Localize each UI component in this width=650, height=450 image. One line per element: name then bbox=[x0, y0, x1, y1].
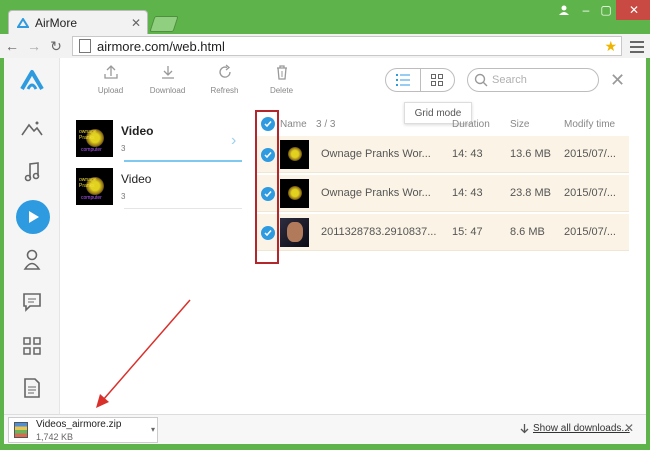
video-thumbnail bbox=[280, 139, 309, 169]
download-file-size: 1,742 KB bbox=[36, 431, 74, 442]
file-duration: 14: 43 bbox=[452, 187, 483, 199]
video-thumbnail: ownage Pranks computer bbox=[76, 167, 113, 205]
file-size: 23.8 MB bbox=[510, 187, 551, 199]
reload-icon[interactable]: ↻ bbox=[46, 36, 66, 56]
table-row[interactable]: Ownage Pranks Wor... 14: 43 23.8 MB 2015… bbox=[256, 175, 629, 212]
maximize-button[interactable]: ▢ bbox=[596, 0, 616, 20]
file-duration: 15: 47 bbox=[452, 226, 483, 238]
forward-icon[interactable]: → bbox=[24, 36, 44, 56]
divider bbox=[124, 208, 242, 209]
videos-icon[interactable] bbox=[16, 200, 50, 234]
category-name: Video bbox=[121, 171, 152, 186]
category-item-video-2[interactable]: ownage Pranks computer Video 3 bbox=[76, 162, 246, 210]
music-icon[interactable] bbox=[18, 158, 46, 186]
documents-icon[interactable] bbox=[18, 374, 46, 402]
list-view-icon bbox=[395, 74, 410, 86]
download-button[interactable]: Download bbox=[139, 64, 196, 95]
tab-close-icon[interactable]: ✕ bbox=[129, 16, 143, 30]
apps-icon[interactable] bbox=[18, 332, 46, 360]
category-name: Video bbox=[121, 123, 154, 138]
file-size: 13.6 MB bbox=[510, 148, 551, 160]
close-window-button[interactable]: ✕ bbox=[616, 0, 650, 20]
zip-file-icon bbox=[14, 422, 28, 438]
column-size[interactable]: Size bbox=[510, 119, 529, 130]
file-size: 8.6 MB bbox=[510, 226, 545, 238]
file-name: Ownage Pranks Wor... bbox=[321, 187, 431, 199]
file-date: 2015/07/... bbox=[564, 148, 616, 160]
table-row[interactable]: Ownage Pranks Wor... 14: 43 13.6 MB 2015… bbox=[256, 136, 629, 173]
page-icon bbox=[79, 39, 91, 53]
download-item[interactable]: Videos_airmore.zip 1,742 KB ▾ bbox=[8, 417, 158, 443]
table-header: Name 3 / 3 Duration Size Modify time bbox=[256, 114, 629, 134]
column-name[interactable]: Name bbox=[280, 119, 307, 130]
checkbox-highlight-box bbox=[255, 110, 279, 264]
upload-icon bbox=[103, 65, 118, 79]
close-icon[interactable]: ✕ bbox=[610, 70, 625, 91]
title-bar: AirMore ✕ – ▢ ✕ bbox=[0, 0, 650, 34]
search-box bbox=[467, 68, 599, 92]
search-input[interactable] bbox=[492, 74, 592, 86]
profile-icon[interactable] bbox=[552, 0, 576, 20]
refresh-label: Refresh bbox=[210, 86, 239, 95]
file-name: Ownage Pranks Wor... bbox=[321, 148, 431, 160]
video-thumbnail bbox=[280, 217, 309, 247]
delete-button[interactable]: Delete bbox=[253, 64, 310, 95]
airmore-logo-icon[interactable] bbox=[18, 66, 46, 94]
action-toolbar: Upload Download Refresh Delete bbox=[82, 64, 310, 95]
show-all-downloads: Show all downloads... bbox=[520, 423, 630, 434]
sidebar bbox=[4, 58, 60, 414]
search-icon bbox=[474, 73, 488, 87]
table-row[interactable]: 2011328783.2910837... 15: 47 8.6 MB 2015… bbox=[256, 214, 629, 251]
chevron-right-icon: › bbox=[231, 132, 237, 149]
refresh-button[interactable]: Refresh bbox=[196, 64, 253, 95]
browser-toolbar: ← → ↻ airmore.com/web.html ★ bbox=[0, 34, 650, 58]
bookmark-star-icon[interactable]: ★ bbox=[604, 38, 617, 55]
chevron-down-icon[interactable]: ▾ bbox=[151, 425, 155, 434]
trash-icon bbox=[276, 65, 287, 80]
back-icon[interactable]: ← bbox=[2, 36, 22, 56]
download-label: Download bbox=[149, 86, 186, 95]
download-arrow-icon bbox=[520, 423, 529, 433]
show-all-downloads-link[interactable]: Show all downloads... bbox=[533, 423, 630, 434]
view-mode-toggle bbox=[385, 68, 455, 92]
contacts-icon[interactable] bbox=[18, 246, 46, 274]
minimize-button[interactable]: – bbox=[576, 0, 596, 20]
delete-label: Delete bbox=[269, 86, 294, 95]
selection-count: 3 / 3 bbox=[316, 118, 336, 130]
address-bar[interactable]: airmore.com/web.html ★ bbox=[72, 36, 622, 56]
grid-view-button[interactable] bbox=[421, 69, 455, 91]
tab-title: AirMore bbox=[35, 15, 78, 30]
video-thumbnail bbox=[280, 178, 309, 208]
close-downloads-icon[interactable]: ✕ bbox=[624, 421, 634, 435]
file-duration: 14: 43 bbox=[452, 148, 483, 160]
browser-menu-icon[interactable] bbox=[630, 38, 644, 56]
refresh-icon bbox=[218, 64, 231, 78]
list-view-button[interactable] bbox=[386, 69, 421, 91]
messages-icon[interactable] bbox=[18, 288, 46, 316]
file-date: 2015/07/... bbox=[564, 187, 616, 199]
url-text: airmore.com/web.html bbox=[97, 38, 225, 54]
downloads-bar: Videos_airmore.zip 1,742 KB ▾ Show all d… bbox=[4, 414, 646, 444]
browser-tab[interactable]: AirMore ✕ bbox=[8, 10, 148, 34]
column-duration[interactable]: Duration bbox=[452, 119, 490, 130]
window-controls: – ▢ ✕ bbox=[552, 0, 650, 20]
upload-button[interactable]: Upload bbox=[82, 64, 139, 95]
airmore-app: Upload Download Refresh Delete ✕ Grid mo… bbox=[4, 58, 646, 414]
upload-label: Upload bbox=[97, 86, 124, 95]
category-count: 3 bbox=[121, 143, 126, 153]
file-name: 2011328783.2910837... bbox=[321, 226, 437, 238]
download-file-name: Videos_airmore.zip bbox=[36, 418, 122, 430]
category-item-video[interactable]: ownage Pranks computer Video 3 bbox=[76, 114, 246, 162]
file-date: 2015/07/... bbox=[564, 226, 616, 238]
category-count: 3 bbox=[121, 191, 126, 201]
pictures-icon[interactable] bbox=[18, 114, 46, 142]
download-icon bbox=[161, 66, 174, 79]
column-modify-time[interactable]: Modify time bbox=[564, 119, 615, 130]
airmore-favicon-icon bbox=[17, 17, 29, 29]
new-tab-button[interactable] bbox=[149, 16, 179, 32]
grid-view-icon bbox=[431, 74, 444, 86]
video-thumbnail: ownage Pranks computer bbox=[76, 119, 113, 157]
